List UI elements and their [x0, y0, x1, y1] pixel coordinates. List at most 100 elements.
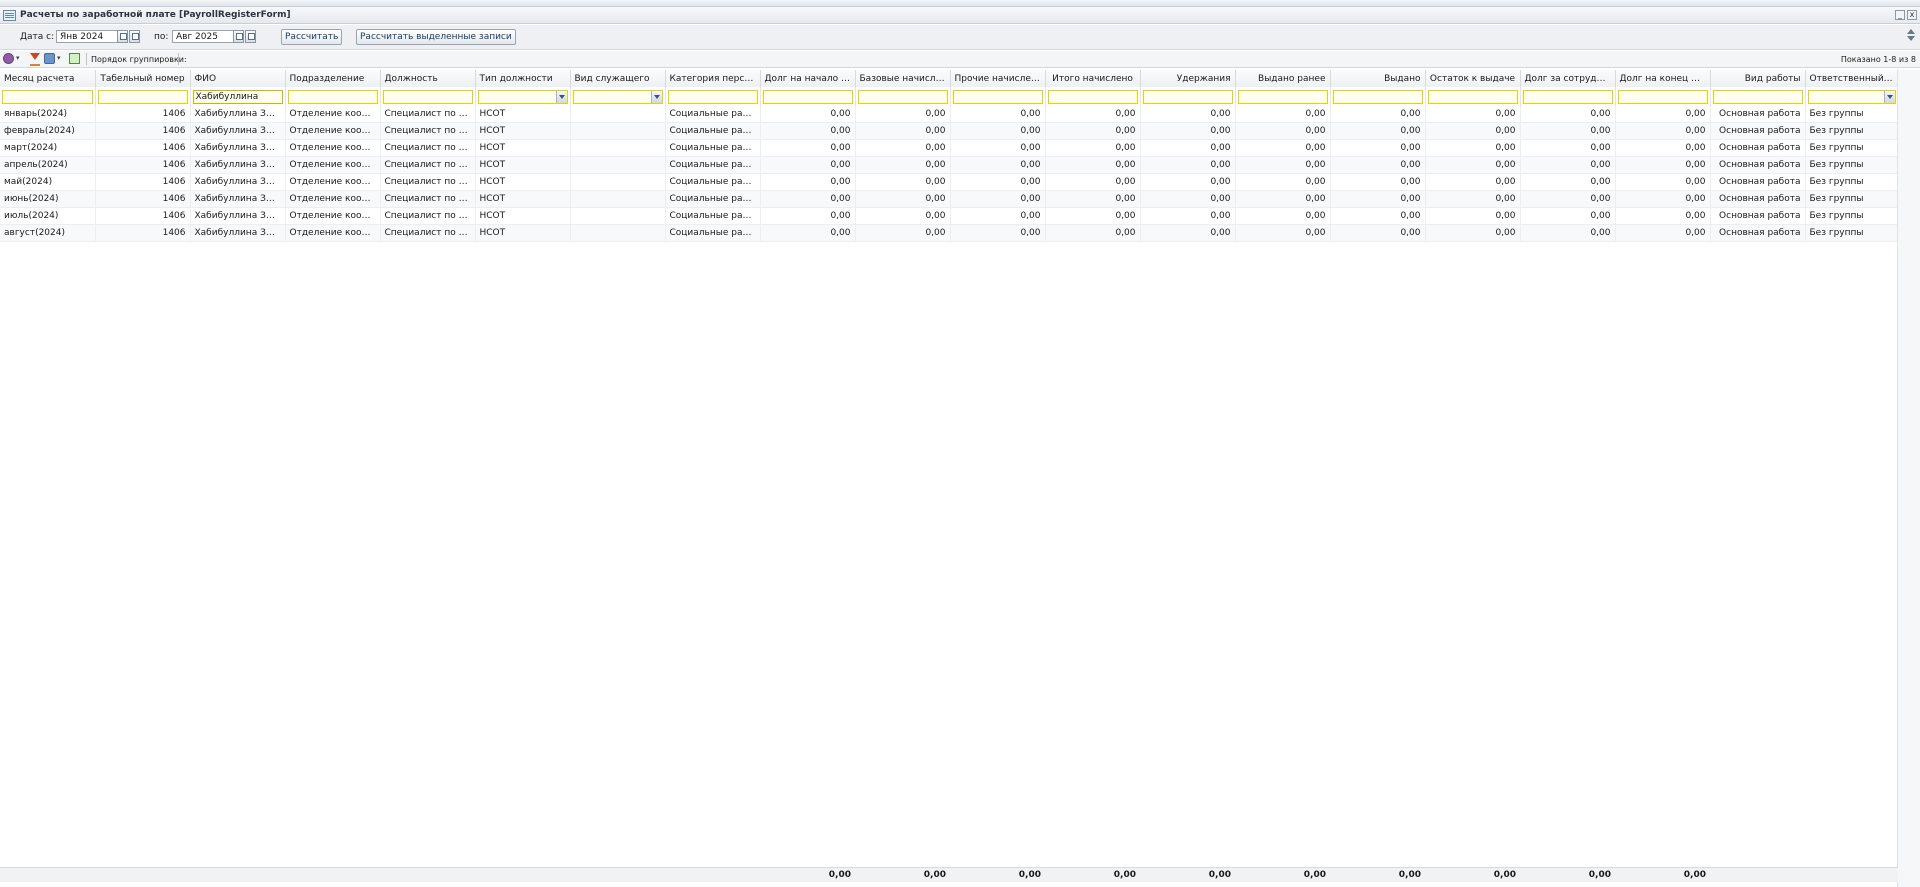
- table-row[interactable]: март(2024)1406Хабибуллина Зиля Н...Отдел…: [0, 139, 1899, 157]
- filter-category-input[interactable]: [667, 89, 758, 104]
- filter-position-type-select[interactable]: [477, 89, 568, 104]
- filter-department-input[interactable]: [287, 89, 378, 104]
- column-header[interactable]: Выдано ранее: [1235, 70, 1331, 87]
- table-cell: 0,00: [1425, 224, 1521, 242]
- column-header[interactable]: ФИО: [190, 70, 286, 87]
- column-header[interactable]: Табельный номер: [95, 70, 191, 87]
- date-from-clear-icon[interactable]: [129, 30, 140, 43]
- filter-work-type-input[interactable]: [1712, 89, 1803, 104]
- filter-responsible-select[interactable]: [1807, 89, 1896, 104]
- table-cell: 0,00: [1330, 122, 1426, 140]
- table-cell: 0,00: [1615, 207, 1711, 225]
- filter-employee-kind-select[interactable]: [572, 89, 663, 104]
- filter-other-accruals-input[interactable]: [952, 89, 1043, 104]
- table-cell: Без группы: [1805, 224, 1899, 242]
- column-header[interactable]: Подразделение: [285, 70, 381, 87]
- calculate-button[interactable]: Рассчитать: [281, 29, 343, 45]
- table-cell: 0,00: [1425, 190, 1521, 208]
- chevron-down-icon[interactable]: [1883, 90, 1895, 103]
- table-row[interactable]: апрель(2024)1406Хабибуллина Зиля Н...Отд…: [0, 156, 1899, 174]
- minimize-button[interactable]: _: [1895, 10, 1905, 20]
- table-cell: Специалист по соци...: [380, 156, 476, 174]
- filter-remaining-input[interactable]: [1427, 89, 1518, 104]
- filter-total-accrued-input[interactable]: [1047, 89, 1138, 104]
- column-header[interactable]: Долг на начало м...: [760, 70, 856, 87]
- chevron-down-icon[interactable]: [650, 90, 662, 103]
- column-header[interactable]: Вид работы: [1710, 70, 1806, 87]
- column-header[interactable]: Прочие начисления: [950, 70, 1046, 87]
- table-cell: Отделение координа...: [285, 190, 381, 208]
- column-header[interactable]: Ответственный расч...: [1805, 70, 1899, 87]
- table-cell: Хабибуллина Зиля Н...: [190, 190, 286, 208]
- filter-base-accruals-input[interactable]: [857, 89, 948, 104]
- table-cell: Специалист по соци...: [380, 207, 476, 225]
- chevron-down-icon[interactable]: [555, 90, 567, 103]
- date-to-field[interactable]: Авг 2025: [172, 30, 234, 43]
- table-row[interactable]: июль(2024)1406Хабибуллина Зиля Н...Отдел…: [0, 207, 1899, 225]
- filter-tabnum-input[interactable]: [97, 89, 188, 104]
- column-header[interactable]: Остаток к выдаче: [1425, 70, 1521, 87]
- table-cell: 0,00: [1045, 139, 1141, 157]
- column-header[interactable]: Удержания: [1140, 70, 1236, 87]
- table-row[interactable]: август(2024)1406Хабибуллина Зиля Н...Отд…: [0, 224, 1899, 242]
- refresh-icon[interactable]: [69, 53, 80, 64]
- table-cell: Хабибуллина Зиля Н...: [190, 156, 286, 174]
- filter-month-input[interactable]: [2, 89, 93, 104]
- column-header[interactable]: Категория персом...: [665, 70, 761, 87]
- table-cell: Без группы: [1805, 122, 1899, 140]
- scroll-up-icon[interactable]: [1907, 29, 1915, 34]
- filter-employee-debt-input[interactable]: [1522, 89, 1613, 104]
- total-value: 0,00: [1113, 870, 1136, 880]
- table-cell: 0,00: [1615, 106, 1711, 123]
- parameters-panel: Дата с: Янв 2024 по: Авг 2025 Рассчитать…: [0, 25, 1920, 50]
- filter-paid-earlier-input[interactable]: [1237, 89, 1328, 104]
- column-header[interactable]: Вид служащего: [570, 70, 666, 87]
- calculate-selected-button[interactable]: Рассчитать выделенные записи: [356, 29, 516, 45]
- column-header[interactable]: Тип должности: [475, 70, 571, 87]
- table-cell: 0,00: [1045, 190, 1141, 208]
- grid-vertical-scrollbar[interactable]: [1897, 70, 1920, 887]
- filter-debt-start-input[interactable]: [762, 89, 853, 104]
- scroll-down-icon[interactable]: [1907, 36, 1915, 41]
- window-top-strip: [0, 0, 1920, 7]
- table-cell: 0,00: [1425, 156, 1521, 174]
- table-cell: 0,00: [1520, 173, 1616, 191]
- table-cell: 0,00: [1140, 139, 1236, 157]
- date-to-picker-icon[interactable]: [233, 30, 244, 43]
- column-header[interactable]: Долг за сотрудник...: [1520, 70, 1616, 87]
- close-button[interactable]: x: [1907, 10, 1917, 20]
- filter-paid-input[interactable]: [1332, 89, 1423, 104]
- clear-filter-icon[interactable]: [30, 53, 40, 66]
- date-to-clear-icon[interactable]: [245, 30, 256, 43]
- export-icon[interactable]: [44, 53, 55, 64]
- table-row[interactable]: май(2024)1406Хабибуллина Зиля Н...Отделе…: [0, 173, 1899, 191]
- table-cell: 0,00: [1330, 173, 1426, 191]
- table-cell: 0,00: [950, 122, 1046, 140]
- chevron-down-icon[interactable]: ▾: [57, 54, 61, 65]
- table-row[interactable]: январь(2024)1406Хабибуллина Зиля Н...Отд…: [0, 106, 1899, 123]
- filter-position-input[interactable]: [382, 89, 473, 104]
- table-cell: 0,00: [760, 106, 856, 123]
- table-row[interactable]: июнь(2024)1406Хабибуллина Зиля Н...Отдел…: [0, 190, 1899, 208]
- panel-scroll-arrows[interactable]: [1907, 27, 1917, 43]
- column-header[interactable]: Должность: [380, 70, 476, 87]
- column-header[interactable]: Месяц расчета: [0, 70, 96, 87]
- table-cell: 0,00: [760, 190, 856, 208]
- table-cell: НСОТ: [475, 224, 571, 242]
- date-from-field[interactable]: Янв 2024: [56, 30, 118, 43]
- filter-fio-input[interactable]: Хабибуллина: [192, 89, 283, 104]
- column-header[interactable]: Долг на конец ме...: [1615, 70, 1711, 87]
- column-header[interactable]: Базовые начислен...: [855, 70, 951, 87]
- header-row: Месяц расчета Табельный номер ФИО Подраз…: [0, 70, 1899, 87]
- filter-deductions-input[interactable]: [1142, 89, 1233, 104]
- table-row[interactable]: февраль(2024)1406Хабибуллина Зиля Н...От…: [0, 122, 1899, 140]
- column-header[interactable]: Итого начислено: [1045, 70, 1141, 87]
- table-cell: Основная работа: [1710, 139, 1806, 157]
- settings-icon[interactable]: [3, 53, 14, 64]
- table-cell: 0,00: [1425, 173, 1521, 191]
- table-cell: 0,00: [855, 224, 951, 242]
- column-header[interactable]: Выдано: [1330, 70, 1426, 87]
- filter-debt-end-input[interactable]: [1617, 89, 1708, 104]
- date-from-picker-icon[interactable]: [117, 30, 128, 43]
- chevron-down-icon[interactable]: ▾: [16, 54, 20, 65]
